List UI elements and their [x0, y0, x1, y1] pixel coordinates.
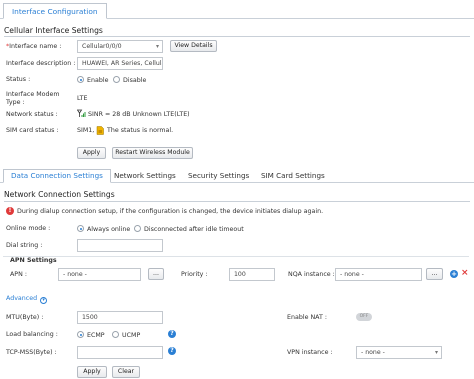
- warning-icon: !: [6, 207, 14, 215]
- chevron-down-icon: ▾: [434, 349, 438, 356]
- view-details-button[interactable]: View Details: [170, 40, 217, 52]
- cellular-section-title: Cellular Interface Settings: [4, 26, 103, 35]
- radio-unchecked-icon: [113, 76, 120, 83]
- tab-sim-card-settings[interactable]: SIM Card Settings: [254, 169, 332, 183]
- enable-nat-toggle[interactable]: OFF: [356, 313, 372, 321]
- tab-interface-configuration[interactable]: Interface Configuration: [3, 3, 107, 19]
- add-icon[interactable]: +: [450, 270, 458, 278]
- tab-security-settings[interactable]: Security Settings: [181, 169, 256, 183]
- mtu-input[interactable]: 1500: [77, 311, 163, 324]
- radio-checked-icon: [77, 331, 84, 338]
- apn-browse-button[interactable]: ...: [148, 268, 164, 280]
- apn-label: APN :: [10, 271, 27, 278]
- modem-type-label: Interface Modem Type :: [6, 91, 60, 106]
- radio-unchecked-icon: [134, 225, 141, 232]
- chevron-down-icon: ▾: [40, 297, 48, 304]
- modem-type-value: LTE: [77, 95, 88, 102]
- radio-unchecked-icon: [112, 331, 119, 338]
- interface-name-label: *Interface name :: [6, 43, 62, 50]
- enable-nat-label: Enable NAT :: [287, 314, 327, 321]
- interface-name-select[interactable]: Cellular0/0/0 ▾: [77, 40, 163, 53]
- help-icon[interactable]: ?: [168, 330, 176, 338]
- description-label: Interface description :: [6, 60, 76, 67]
- disconnected-idle-radio[interactable]: Disconnected after idle timeout: [134, 225, 244, 233]
- tcp-mss-input[interactable]: [77, 346, 163, 359]
- apn-select[interactable]: - none -: [58, 268, 141, 281]
- delete-icon[interactable]: ×: [461, 268, 469, 279]
- apply-button[interactable]: Apply: [77, 147, 106, 159]
- priority-input[interactable]: 100: [229, 268, 275, 281]
- sim-card-icon: [96, 126, 105, 135]
- signal-icon: [76, 109, 86, 118]
- network-status-value: SINR = 28 dB Unknown LTE(LTE): [88, 111, 190, 118]
- online-mode-label: Online mode :: [6, 225, 51, 232]
- always-online-radio[interactable]: Always online: [77, 225, 130, 233]
- nqa-browse-button[interactable]: ...: [426, 268, 443, 280]
- divider: [4, 36, 470, 37]
- tab-network-settings[interactable]: Network Settings: [107, 169, 183, 183]
- warning-text: During dialup connection setup, if the c…: [17, 208, 324, 215]
- mtu-label: MTU(Byte) :: [6, 314, 44, 321]
- clear-button[interactable]: Clear: [112, 366, 140, 378]
- vpn-instance-label: VPN instance :: [287, 349, 333, 356]
- advanced-toggle[interactable]: Advanced ▾: [6, 295, 48, 304]
- dial-string-label: Dial string :: [6, 242, 43, 249]
- load-balancing-label: Load balancing :: [6, 331, 58, 338]
- radio-checked-icon: [77, 76, 84, 83]
- tab-data-connection-settings[interactable]: Data Connection Settings: [3, 169, 111, 183]
- vpn-instance-select[interactable]: - none - ▾: [356, 346, 442, 359]
- apn-settings-title: APN Settings: [10, 257, 57, 264]
- chevron-down-icon: ▾: [155, 43, 159, 50]
- apply-button[interactable]: Apply: [77, 366, 107, 378]
- priority-label: Priority :: [181, 271, 208, 278]
- network-status-label: Network status :: [6, 111, 58, 118]
- nqa-instance-label: NQA instance :: [288, 271, 335, 278]
- tcp-mss-label: TCP-MSS(Byte) :: [6, 349, 57, 356]
- status-label: Status :: [6, 76, 31, 83]
- radio-checked-icon: [77, 225, 84, 232]
- help-icon[interactable]: ?: [168, 347, 176, 355]
- restart-wireless-module-button[interactable]: Restart Wireless Module: [112, 147, 193, 159]
- status-disable-radio[interactable]: Disable: [113, 76, 146, 84]
- ucmp-radio[interactable]: UCMP: [112, 331, 140, 339]
- ecmp-radio[interactable]: ECMP: [77, 331, 105, 339]
- description-input[interactable]: HUAWEI, AR Series, Cellular0: [77, 57, 163, 70]
- status-enable-radio[interactable]: Enable: [77, 76, 108, 84]
- sim-slot-value: SIM1,: [77, 127, 95, 134]
- sim-status-value: The status is normal.: [107, 127, 174, 134]
- network-section-title: Network Connection Settings: [4, 190, 115, 199]
- dial-string-input[interactable]: [77, 239, 163, 252]
- nqa-instance-select[interactable]: - none -: [335, 268, 422, 281]
- divider: [4, 201, 470, 202]
- sim-status-label: SIM card status :: [6, 127, 59, 134]
